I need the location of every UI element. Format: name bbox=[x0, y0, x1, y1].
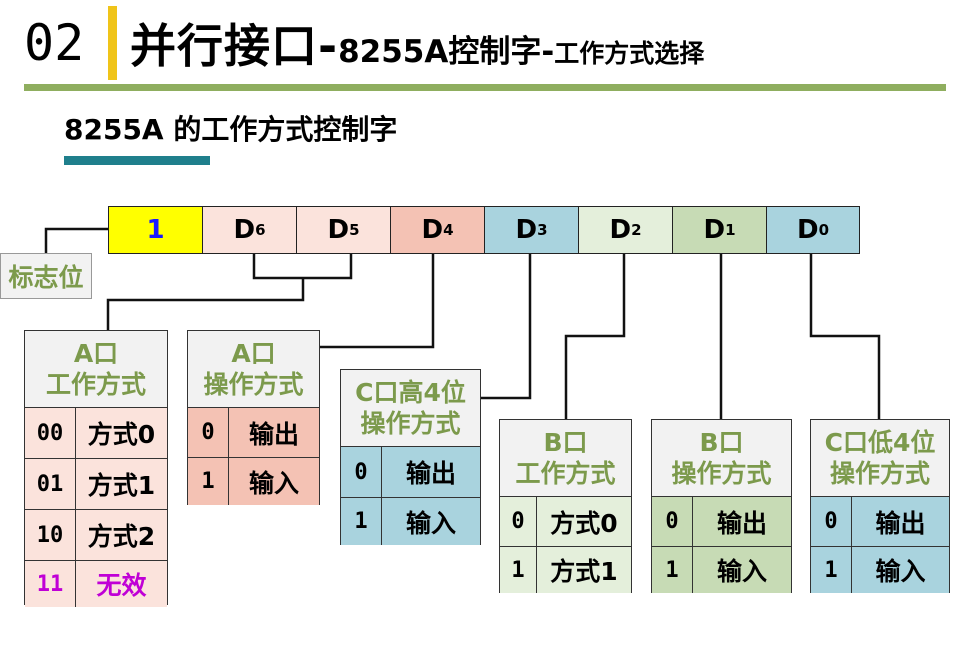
flag-label: 标志位 bbox=[0, 253, 92, 299]
bit-subscript: 0 bbox=[818, 221, 830, 239]
code-cell: 1 bbox=[188, 458, 229, 505]
code-cell: 1 bbox=[500, 547, 537, 593]
wire-a-mode bbox=[106, 278, 305, 330]
table-header: B口 操作方式 bbox=[652, 420, 791, 497]
value-cell: 输出 bbox=[875, 508, 926, 538]
wire-d2 bbox=[564, 254, 626, 419]
code-cell: 0 bbox=[652, 497, 693, 546]
wire-d6-d5 bbox=[252, 254, 353, 280]
header-line: 操作方式 bbox=[203, 370, 304, 399]
bit-label: D bbox=[796, 215, 819, 245]
bit-subscript: 5 bbox=[349, 221, 360, 239]
bit-subscript: 3 bbox=[537, 221, 548, 239]
code-cell: 1 bbox=[652, 547, 693, 593]
table-header: A口 操作方式 bbox=[188, 331, 319, 408]
code-cell: 0 bbox=[341, 447, 382, 497]
wire-d0 bbox=[809, 254, 881, 419]
table-row: 1 输入 bbox=[811, 547, 949, 593]
value-cell: 方式1 bbox=[87, 471, 156, 500]
table-header: C口低4位 操作方式 bbox=[811, 420, 949, 497]
table-c-high: C口高4位 操作方式 0 输出 1 输入 bbox=[340, 369, 481, 545]
bit-d5: D5 bbox=[296, 206, 391, 254]
bit-label: D bbox=[233, 215, 256, 245]
value-cell: 输出 bbox=[405, 459, 456, 488]
bit-subscript: 2 bbox=[631, 221, 642, 239]
bit-d1: D1 bbox=[672, 206, 767, 254]
bit-label: D bbox=[515, 215, 538, 245]
table-a-mode: A口 工作方式 00 方式0 01 方式1 10 方式2 11 无效 bbox=[24, 330, 168, 607]
header-line: B口 bbox=[699, 427, 744, 457]
header-line: 工作方式 bbox=[45, 370, 146, 399]
header-line: A口 bbox=[231, 338, 276, 368]
bit-label: D bbox=[609, 215, 632, 245]
wire-d4 bbox=[320, 254, 435, 349]
code-cell: 10 bbox=[25, 510, 76, 560]
slide: 02 并行接口 - 8255A控制字 - 工作方式选择 8255A 的工作方式控… bbox=[0, 0, 969, 652]
bit-label: 1 bbox=[146, 215, 165, 245]
table-row: 0 输出 bbox=[811, 497, 949, 547]
table-row: 0 输出 bbox=[652, 497, 791, 547]
table-b-io: B口 操作方式 0 输出 1 输入 bbox=[651, 419, 792, 593]
table-row: 01 方式1 bbox=[25, 459, 167, 510]
table-row: 0 输出 bbox=[341, 447, 480, 498]
table-header: B口 工作方式 bbox=[500, 420, 631, 497]
bit-d3: D3 bbox=[484, 206, 579, 254]
header-line: 操作方式 bbox=[829, 459, 930, 488]
bit-d0: D0 bbox=[766, 206, 860, 254]
table-row: 00 方式0 bbox=[25, 408, 167, 459]
value-cell: 方式2 bbox=[87, 522, 156, 551]
wire-d3 bbox=[481, 254, 532, 400]
value-cell: 方式1 bbox=[550, 557, 618, 586]
table-row: 1 方式1 bbox=[500, 547, 631, 593]
table-c-low: C口低4位 操作方式 0 输出 1 输入 bbox=[810, 419, 950, 593]
table-row: 11 无效 bbox=[25, 561, 167, 607]
bit-d2: D2 bbox=[578, 206, 673, 254]
table-header: A口 工作方式 bbox=[25, 331, 167, 408]
value-cell: 方式0 bbox=[550, 508, 618, 538]
code-cell: 11 bbox=[25, 561, 76, 607]
table-row: 10 方式2 bbox=[25, 510, 167, 561]
code-cell: 01 bbox=[25, 459, 76, 509]
table-row: 1 输入 bbox=[188, 458, 319, 505]
bit-subscript: 1 bbox=[725, 221, 736, 239]
value-cell: 输入 bbox=[405, 508, 456, 538]
bit-label: D bbox=[327, 215, 350, 245]
code-cell: 1 bbox=[811, 547, 852, 593]
bit-subscript: 4 bbox=[443, 221, 454, 239]
header-line: A口 bbox=[73, 338, 119, 368]
table-row: 1 输入 bbox=[652, 547, 791, 593]
bit-subscript: 6 bbox=[255, 221, 266, 239]
header-line: C口高4位 bbox=[355, 377, 466, 407]
value-cell: 无效 bbox=[96, 571, 147, 600]
header-line: 操作方式 bbox=[671, 459, 772, 488]
value-cell: 输出 bbox=[248, 419, 299, 449]
value-cell: 输入 bbox=[875, 557, 926, 586]
bit-d4: D4 bbox=[390, 206, 485, 254]
value-cell: 输入 bbox=[716, 557, 767, 586]
table-b-mode: B口 工作方式 0 方式0 1 方式1 bbox=[499, 419, 632, 593]
code-cell: 1 bbox=[341, 498, 382, 545]
code-cell: 0 bbox=[811, 497, 852, 546]
bit-label: D bbox=[421, 215, 444, 245]
header-line: 工作方式 bbox=[515, 459, 616, 488]
header-line: C口低4位 bbox=[824, 427, 936, 457]
code-cell: 00 bbox=[25, 408, 76, 458]
header-line: 操作方式 bbox=[360, 409, 461, 438]
wire-flag bbox=[44, 227, 108, 253]
bit-d6: D6 bbox=[202, 206, 297, 254]
table-header: C口高4位 操作方式 bbox=[341, 370, 480, 447]
header-line: B口 bbox=[543, 427, 588, 457]
value-cell: 方式0 bbox=[87, 420, 156, 449]
value-cell: 输入 bbox=[248, 468, 299, 498]
bit-label: D bbox=[703, 215, 726, 245]
value-cell: 输出 bbox=[716, 508, 767, 538]
code-cell: 0 bbox=[188, 408, 229, 457]
control-word-register: 1 D6 D5 D4 D3 D2 D1 D0 bbox=[108, 206, 860, 254]
code-cell: 0 bbox=[500, 497, 537, 546]
table-a-io: A口 操作方式 0 输出 1 输入 bbox=[187, 330, 320, 505]
table-row: 0 方式0 bbox=[500, 497, 631, 547]
bit-flag: 1 bbox=[108, 206, 203, 254]
table-row: 1 输入 bbox=[341, 498, 480, 545]
table-row: 0 输出 bbox=[188, 408, 319, 458]
